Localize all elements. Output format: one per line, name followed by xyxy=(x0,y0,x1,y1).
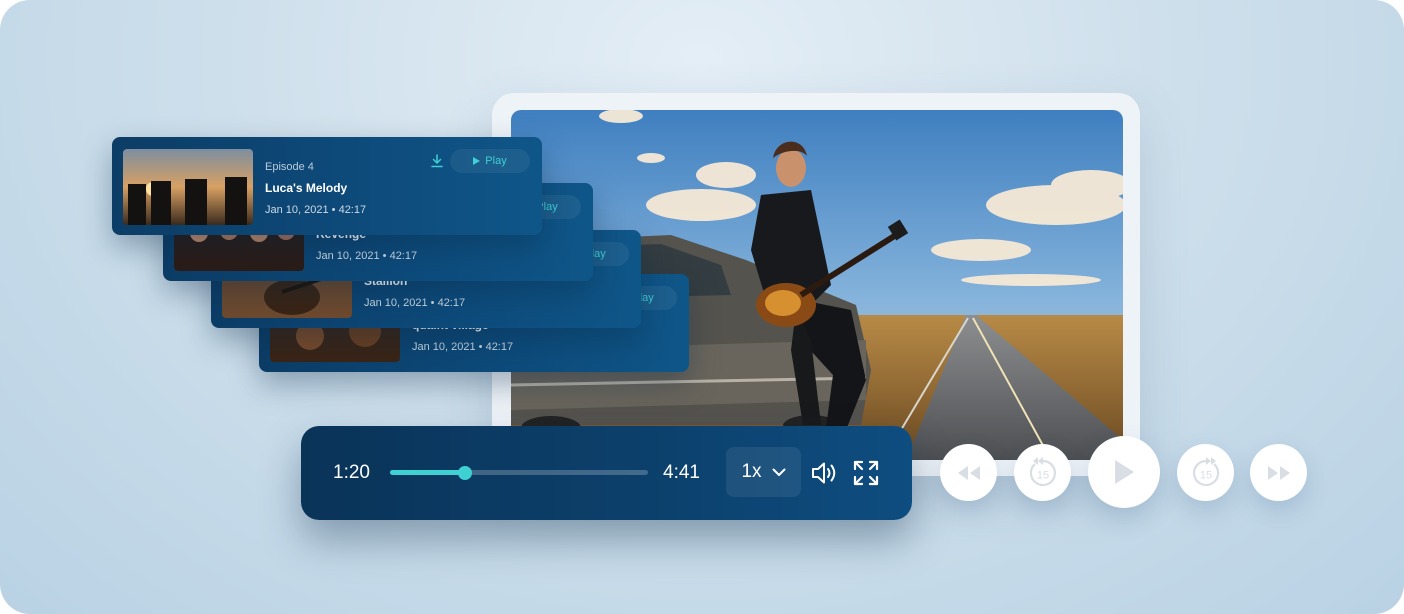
episode-meta: Jan 10, 2021 • 42:17 xyxy=(364,297,466,309)
replay-15-label: 15 xyxy=(1036,469,1048,481)
play-button[interactable]: Play xyxy=(450,149,530,173)
volume-icon[interactable] xyxy=(810,459,840,487)
speed-value: 1x xyxy=(741,461,762,482)
rewind-button[interactable] xyxy=(940,444,997,501)
episode-number: Episode 4 xyxy=(265,161,314,173)
current-time: 1:20 xyxy=(333,462,370,483)
play-icon xyxy=(1115,460,1134,484)
fast-forward-button[interactable] xyxy=(1250,444,1307,501)
episode-card-active[interactable]: Episode 4 Luca's Melody Jan 10, 2021 • 4… xyxy=(112,137,542,235)
forward-15-button[interactable]: 15 xyxy=(1177,444,1234,501)
episode-meta: Jan 10, 2021 • 42:17 xyxy=(265,204,367,216)
playback-speed-select[interactable]: 1x xyxy=(726,447,801,497)
fast-forward-icon xyxy=(1267,465,1290,480)
episode-thumbnail xyxy=(123,149,253,225)
rewind-icon xyxy=(957,465,980,480)
forward-15-label: 15 xyxy=(1199,469,1211,481)
play-label: Play xyxy=(485,155,507,167)
play-icon xyxy=(473,157,481,165)
playback-control-bar: 1:20 4:41 1x xyxy=(301,426,912,520)
progress-slider[interactable] xyxy=(390,465,648,480)
episode-meta: Jan 10, 2021 • 42:17 xyxy=(412,341,514,353)
episode-title: Luca's Melody xyxy=(265,181,348,195)
forward-15-icon: 15 xyxy=(1192,456,1219,486)
hero-stage: quaint village Jan 10, 2021 • 42:17 Play… xyxy=(0,0,1404,614)
chevron-down-icon xyxy=(772,468,786,476)
replay-15-icon: 15 xyxy=(1029,456,1056,486)
fullscreen-icon[interactable] xyxy=(852,459,880,487)
progress-handle[interactable] xyxy=(457,465,472,480)
total-time: 4:41 xyxy=(663,462,700,483)
episode-meta: Jan 10, 2021 • 42:17 xyxy=(316,250,418,262)
replay-15-button[interactable]: 15 xyxy=(1014,444,1071,501)
play-pause-button[interactable] xyxy=(1088,436,1160,508)
download-icon[interactable] xyxy=(430,154,444,168)
progress-fill xyxy=(390,470,465,475)
